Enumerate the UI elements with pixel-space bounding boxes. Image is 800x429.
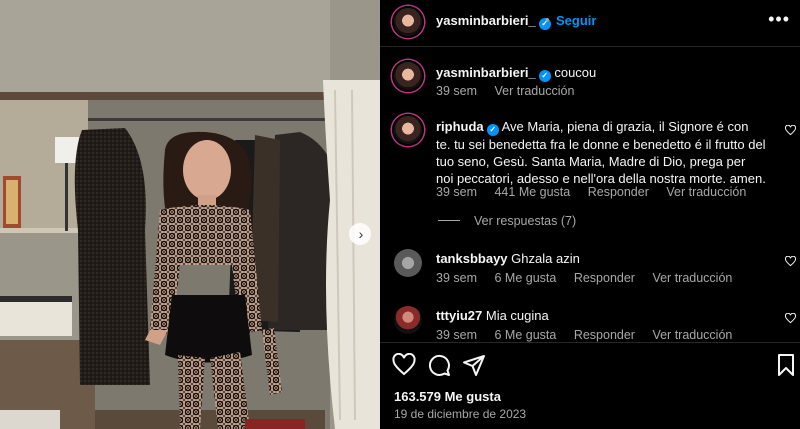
translate-button[interactable]: Ver traducción: [652, 328, 732, 342]
chevron-right-icon: ›: [358, 225, 364, 242]
reply-button[interactable]: Responder: [574, 271, 635, 285]
comment-likes[interactable]: 6 Me gusta: [494, 328, 556, 342]
next-photo-button[interactable]: ›: [349, 223, 371, 245]
speech-bubble-icon[interactable]: [427, 353, 451, 377]
commenter-avatar[interactable]: [394, 306, 422, 334]
comment-meta: 39 sem 6 Me gusta Responder Ver traducci…: [436, 271, 746, 285]
follow-button[interactable]: Seguir: [556, 13, 596, 28]
commenter-avatar[interactable]: [394, 249, 422, 277]
caption-avatar[interactable]: [392, 60, 424, 92]
post-photo[interactable]: ›: [0, 0, 380, 429]
comment-meta: 39 sem 441 Me gusta Responder Ver traduc…: [436, 185, 760, 199]
reply-button[interactable]: Responder: [588, 185, 649, 199]
post-details-panel: yasminbarbieri_ ✓ • Seguir ••• yasminbarb…: [380, 0, 800, 429]
post-likes-count[interactable]: 163.579 Me gusta: [394, 389, 501, 404]
post-actions: 163.579 Me gusta 19 de diciembre de 2023: [380, 342, 800, 429]
caption-text: yasminbarbieri_ ✓ coucou: [436, 65, 597, 82]
caption-time: 39 sem: [436, 84, 477, 98]
caption-translate-button[interactable]: Ver traducción: [494, 84, 574, 98]
comment-time: 39 sem: [436, 271, 477, 285]
comment-time: 39 sem: [436, 185, 477, 199]
reply-button[interactable]: Responder: [574, 328, 635, 342]
heart-icon[interactable]: [392, 353, 416, 377]
view-replies-button[interactable]: Ver respuestas (7): [438, 214, 576, 228]
comment-likes[interactable]: 441 Me gusta: [494, 185, 570, 199]
paper-plane-icon[interactable]: [462, 353, 486, 377]
post-date: 19 de diciembre de 2023: [394, 407, 527, 421]
bookmark-icon[interactable]: [774, 353, 798, 377]
translate-button[interactable]: Ver traducción: [652, 271, 732, 285]
replies-line: [438, 220, 460, 221]
verified-badge-icon: ✓: [486, 124, 499, 136]
comment-text: tanksbbayy Ghzala azin: [436, 251, 580, 266]
comment-time: 39 sem: [436, 328, 477, 342]
comment-username[interactable]: tanksbbayy: [436, 251, 508, 266]
heart-icon[interactable]: [785, 313, 796, 324]
post-image: [0, 0, 380, 429]
translate-button[interactable]: Ver traducción: [666, 185, 746, 199]
author-avatar[interactable]: [392, 6, 424, 38]
post-header: yasminbarbieri_ ✓ • Seguir •••: [380, 0, 800, 47]
header-separator: •: [545, 12, 550, 27]
caption-meta: 39 sem Ver traducción: [436, 84, 588, 98]
comment-text: tttyiu27 Mia cugina: [436, 308, 549, 323]
ellipsis-icon[interactable]: •••: [768, 10, 790, 28]
author-username[interactable]: yasminbarbieri_ ✓: [436, 13, 551, 30]
caption-username[interactable]: yasminbarbieri_: [436, 65, 536, 80]
comment-username[interactable]: tttyiu27: [436, 308, 482, 323]
comment-likes[interactable]: 6 Me gusta: [494, 271, 556, 285]
commenter-avatar[interactable]: [392, 114, 424, 146]
heart-icon[interactable]: [785, 256, 796, 267]
heart-icon[interactable]: [785, 125, 796, 136]
verified-badge-icon: ✓: [538, 70, 551, 82]
comment-meta: 39 sem 6 Me gusta Responder Ver traducci…: [436, 328, 746, 342]
comment-text: riphuda ✓ Ave Maria, piena di grazia, il …: [436, 119, 766, 186]
comment-username[interactable]: riphuda: [436, 119, 484, 134]
